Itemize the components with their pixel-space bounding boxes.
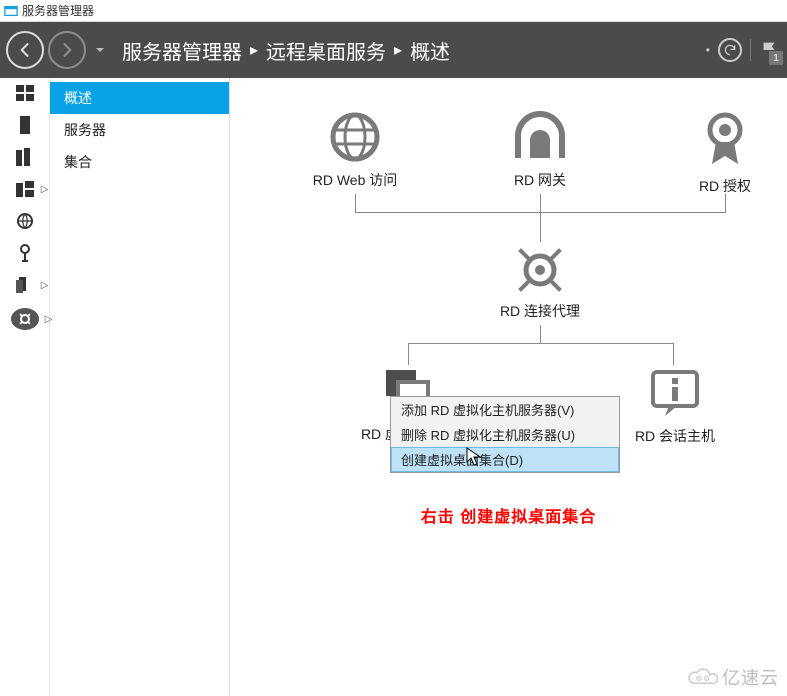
refresh-dropdown-icon[interactable]: • [706,43,710,57]
globe-icon [295,110,415,164]
rds-icon[interactable]: ▷ [15,276,35,294]
info-bubble-icon [615,368,735,420]
connector [540,325,541,343]
security-icon[interactable] [15,244,35,262]
context-menu: 添加 RD 虚拟化主机服务器(V) 删除 RD 虚拟化主机服务器(U) 创建虚拟… [390,396,620,473]
chevron-right-icon: ▷ [41,184,49,195]
breadcrumb: 服务器管理器 ▸ 远程桌面服务 ▸ 概述 [122,36,706,65]
window-title: 服务器管理器 [22,2,94,19]
breadcrumb-service[interactable]: 远程桌面服务 [266,36,386,65]
node-label: RD 授权 [665,176,785,196]
connector [408,343,409,365]
node-rd-session[interactable]: RD 会话主机 [615,368,735,446]
deployment-diagram: RD Web 访问 RD 网关 RD 授权 [240,90,777,650]
connector [408,343,674,344]
chevron-right-icon: ▷ [41,280,49,291]
node-rd-web[interactable]: RD Web 访问 [295,110,415,190]
watermark: 亿速云 [686,664,779,690]
nav-history-dropdown-icon[interactable] [92,45,108,55]
app-icon [4,4,18,18]
node-label: RD 网关 [480,170,600,190]
arch-icon [480,110,600,164]
forward-button[interactable] [48,31,86,69]
node-rd-licensing[interactable]: RD 授权 [665,110,785,196]
breadcrumb-root[interactable]: 服务器管理器 [122,36,242,65]
rds-selected-icon[interactable]: ▷ [11,308,39,330]
connector [540,212,541,242]
sidebar-item-servers[interactable]: 服务器 [50,114,229,146]
sidebar-item-collections[interactable]: 集合 [50,146,229,178]
sidebar: 概述 服务器 集合 [50,78,230,696]
target-icon [480,245,600,295]
connector [355,194,356,212]
node-label: RD 会话主机 [615,426,735,446]
node-rd-gateway[interactable]: RD 网关 [480,110,600,190]
connector [673,343,674,365]
refresh-button[interactable] [718,38,742,62]
award-icon [665,110,785,170]
content-area: RD Web 访问 RD 网关 RD 授权 [230,78,787,696]
chevron-right-icon: ▸ [394,40,402,60]
node-label: RD 连接代理 [480,301,600,321]
chevron-right-icon: ▷ [45,314,53,325]
watermark-text: 亿速云 [722,664,779,690]
connector [540,194,541,212]
annotation-hint: 右击 创建虚拟桌面集合 [230,503,787,527]
window-titlebar: 服务器管理器 [0,0,787,22]
menu-item-create-collection[interactable]: 创建虚拟桌面集合(D) [391,447,619,472]
sidebar-item-overview[interactable]: 概述 [50,82,229,114]
back-button[interactable] [6,31,44,69]
node-rd-broker[interactable]: RD 连接代理 [480,245,600,321]
header-bar: 服务器管理器 ▸ 远程桌面服务 ▸ 概述 • 1 [0,22,787,78]
menu-item-add-vhost[interactable]: 添加 RD 虚拟化主机服务器(V) [391,397,619,422]
breadcrumb-page[interactable]: 概述 [410,36,450,65]
cloud-icon [686,666,720,688]
file-services-icon[interactable]: ▷ [15,180,35,198]
notifications-count: 1 [769,51,783,65]
menu-item-remove-vhost[interactable]: 删除 RD 虚拟化主机服务器(U) [391,422,619,447]
connector [725,194,726,212]
header-actions: • 1 [706,38,781,62]
all-servers-icon[interactable] [15,148,35,166]
iis-icon[interactable] [15,212,35,230]
icon-strip: ▷ ▷ ▷ [0,78,50,696]
notifications-flag[interactable]: 1 [759,39,781,61]
node-label: RD Web 访问 [295,170,415,190]
local-server-icon[interactable] [15,116,35,134]
divider [750,39,751,61]
chevron-right-icon: ▸ [250,40,258,60]
dashboard-icon[interactable] [15,84,35,102]
